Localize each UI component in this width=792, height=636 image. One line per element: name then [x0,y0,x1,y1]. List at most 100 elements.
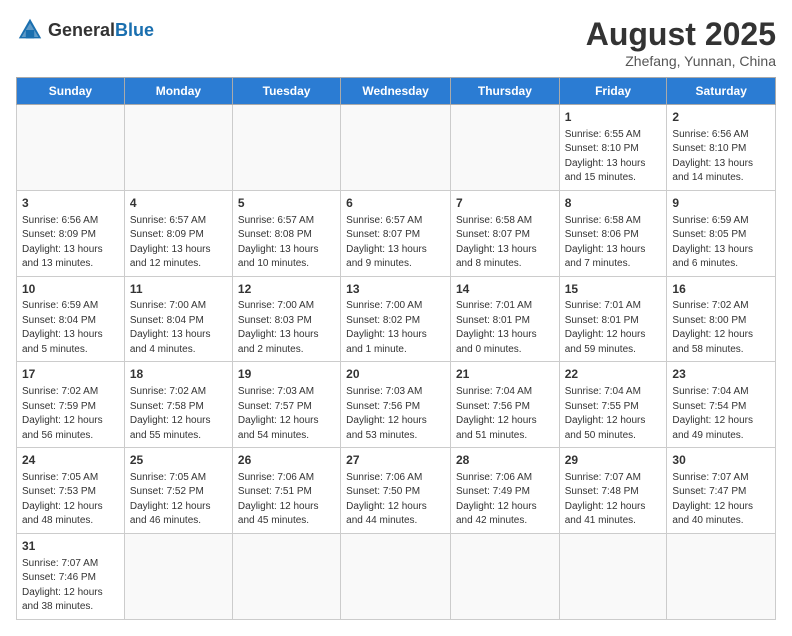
day-number: 2 [672,109,770,126]
calendar-cell: 7 Sunrise: 6:58 AM Sunset: 8:07 PM Daylig… [450,190,559,276]
calendar-cell: 2 Sunrise: 6:56 AM Sunset: 8:10 PM Daylig… [667,105,776,191]
calendar-cell: 9 Sunrise: 6:59 AM Sunset: 8:05 PM Daylig… [667,190,776,276]
day-number: 25 [130,452,227,469]
calendar-cell: 30 Sunrise: 7:07 AM Sunset: 7:47 PM Dayli… [667,448,776,534]
calendar-cell: 3 Sunrise: 6:56 AM Sunset: 8:09 PM Daylig… [17,190,125,276]
day-number: 24 [22,452,119,469]
day-number: 21 [456,366,554,383]
day-info: Sunrise: 7:00 AM Sunset: 8:04 PM Dayligh… [130,299,227,357]
day-info: Sunrise: 7:04 AM Sunset: 7:56 PM Dayligh… [456,385,554,443]
weekday-header-friday: Friday [559,78,667,105]
day-number: 26 [238,452,335,469]
calendar-cell: 25 Sunrise: 7:05 AM Sunset: 7:52 PM Dayli… [124,448,232,534]
calendar-cell: 20Sunrise: 7:03 AM Sunset: 7:56 PM Dayli… [341,362,451,448]
calendar-cell: 4Sunrise: 6:57 AM Sunset: 8:09 PM Daylig… [124,190,232,276]
day-number: 23 [672,366,770,383]
day-number: 8 [565,195,662,212]
calendar-cell: 24 Sunrise: 7:05 AM Sunset: 7:53 PM Dayli… [17,448,125,534]
calendar-cell: 18Sunrise: 7:02 AM Sunset: 7:58 PM Dayli… [124,362,232,448]
day-info: Sunrise: 6:55 AM Sunset: 8:10 PM Dayligh… [565,128,662,186]
logo-text: GeneralBlue [48,20,154,41]
calendar-cell: 11Sunrise: 7:00 AM Sunset: 8:04 PM Dayli… [124,276,232,362]
calendar-cell: 22 Sunrise: 7:04 AM Sunset: 7:55 PM Dayli… [559,362,667,448]
day-number: 7 [456,195,554,212]
day-number: 10 [22,281,119,298]
calendar-cell: 19 Sunrise: 7:03 AM Sunset: 7:57 PM Dayli… [232,362,340,448]
day-number: 31 [22,538,119,555]
calendar-cell [450,105,559,191]
day-info: Sunrise: 7:06 AM Sunset: 7:51 PM Dayligh… [238,471,335,529]
calendar-cell [124,105,232,191]
calendar-cell: 1 Sunrise: 6:55 AM Sunset: 8:10 PM Daylig… [559,105,667,191]
day-number: 3 [22,195,119,212]
day-number: 9 [672,195,770,212]
day-info: Sunrise: 7:04 AM Sunset: 7:55 PM Dayligh… [565,385,662,443]
day-number: 20 [346,366,445,383]
day-number: 30 [672,452,770,469]
week-row-6: 31Sunrise: 7:07 AM Sunset: 7:46 PM Dayli… [17,533,776,619]
day-info: Sunrise: 6:58 AM Sunset: 8:07 PM Dayligh… [456,214,554,272]
weekday-header-tuesday: Tuesday [232,78,340,105]
calendar-cell: 15Sunrise: 7:01 AM Sunset: 8:01 PM Dayli… [559,276,667,362]
day-number: 16 [672,281,770,298]
calendar-cell: 16Sunrise: 7:02 AM Sunset: 8:00 PM Dayli… [667,276,776,362]
day-info: Sunrise: 7:05 AM Sunset: 7:53 PM Dayligh… [22,471,119,529]
calendar-cell: 29Sunrise: 7:07 AM Sunset: 7:48 PM Dayli… [559,448,667,534]
calendar-cell: 8Sunrise: 6:58 AM Sunset: 8:06 PM Daylig… [559,190,667,276]
day-number: 17 [22,366,119,383]
day-info: Sunrise: 6:57 AM Sunset: 8:07 PM Dayligh… [346,214,445,272]
calendar-cell [17,105,125,191]
day-number: 22 [565,366,662,383]
calendar-cell [124,533,232,619]
day-number: 12 [238,281,335,298]
day-info: Sunrise: 6:56 AM Sunset: 8:09 PM Dayligh… [22,214,119,272]
day-number: 18 [130,366,227,383]
calendar-cell: 26 Sunrise: 7:06 AM Sunset: 7:51 PM Dayli… [232,448,340,534]
calendar-cell [341,533,451,619]
day-number: 5 [238,195,335,212]
day-info: Sunrise: 7:06 AM Sunset: 7:49 PM Dayligh… [456,471,554,529]
calendar-cell: 10Sunrise: 6:59 AM Sunset: 8:04 PM Dayli… [17,276,125,362]
day-info: Sunrise: 7:07 AM Sunset: 7:47 PM Dayligh… [672,471,770,529]
day-number: 27 [346,452,445,469]
calendar-cell [450,533,559,619]
day-number: 11 [130,281,227,298]
weekday-header-thursday: Thursday [450,78,559,105]
week-row-1: 1 Sunrise: 6:55 AM Sunset: 8:10 PM Daylig… [17,105,776,191]
calendar-cell: 27Sunrise: 7:06 AM Sunset: 7:50 PM Dayli… [341,448,451,534]
day-number: 6 [346,195,445,212]
calendar: SundayMondayTuesdayWednesdayThursdayFrid… [16,77,776,620]
week-row-5: 24 Sunrise: 7:05 AM Sunset: 7:53 PM Dayli… [17,448,776,534]
day-info: Sunrise: 7:05 AM Sunset: 7:52 PM Dayligh… [130,471,227,529]
weekday-header-monday: Monday [124,78,232,105]
weekday-header-row: SundayMondayTuesdayWednesdayThursdayFrid… [17,78,776,105]
day-number: 14 [456,281,554,298]
day-number: 15 [565,281,662,298]
day-info: Sunrise: 7:00 AM Sunset: 8:02 PM Dayligh… [346,299,445,357]
week-row-2: 3 Sunrise: 6:56 AM Sunset: 8:09 PM Daylig… [17,190,776,276]
day-number: 29 [565,452,662,469]
day-number: 13 [346,281,445,298]
day-info: Sunrise: 6:59 AM Sunset: 8:05 PM Dayligh… [672,214,770,272]
weekday-header-saturday: Saturday [667,78,776,105]
calendar-cell [232,105,340,191]
day-info: Sunrise: 7:03 AM Sunset: 7:57 PM Dayligh… [238,385,335,443]
calendar-cell [559,533,667,619]
title-area: August 2025 Zhefang, Yunnan, China [586,16,776,69]
day-number: 1 [565,109,662,126]
day-info: Sunrise: 6:57 AM Sunset: 8:08 PM Dayligh… [238,214,335,272]
day-info: Sunrise: 7:00 AM Sunset: 8:03 PM Dayligh… [238,299,335,357]
day-info: Sunrise: 6:59 AM Sunset: 8:04 PM Dayligh… [22,299,119,357]
day-number: 19 [238,366,335,383]
calendar-cell: 17Sunrise: 7:02 AM Sunset: 7:59 PM Dayli… [17,362,125,448]
calendar-cell [667,533,776,619]
location: Zhefang, Yunnan, China [586,53,776,69]
week-row-4: 17Sunrise: 7:02 AM Sunset: 7:59 PM Dayli… [17,362,776,448]
logo: GeneralBlue [16,16,154,44]
calendar-cell: 14Sunrise: 7:01 AM Sunset: 8:01 PM Dayli… [450,276,559,362]
day-info: Sunrise: 6:56 AM Sunset: 8:10 PM Dayligh… [672,128,770,186]
week-row-3: 10Sunrise: 6:59 AM Sunset: 8:04 PM Dayli… [17,276,776,362]
calendar-cell [341,105,451,191]
month-year: August 2025 [586,16,776,53]
day-number: 28 [456,452,554,469]
